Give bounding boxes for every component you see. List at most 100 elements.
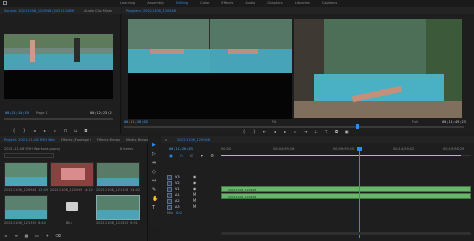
source-monitor-tab[interactable]: Source: 20211106_120948 (20211106MainSel… — [4, 9, 74, 13]
workspace-bar: Learning Assembly Editing Color Effects … — [0, 0, 474, 7]
ripple-edit-icon[interactable]: ⇹ — [152, 160, 156, 166]
lock-track-icon[interactable] — [167, 198, 172, 204]
hand-tool-icon[interactable]: ✋ — [152, 196, 158, 202]
nest-icon[interactable]: ▣ — [169, 154, 173, 158]
list-view-icon[interactable]: ≡ — [14, 234, 18, 238]
track-label-v2[interactable]: V2 — [175, 181, 180, 185]
media-browser-tab[interactable]: Media Browser — [126, 138, 148, 142]
workspace-tab-captions[interactable]: Captions — [322, 1, 337, 5]
track-select-icon[interactable]: ▷ — [152, 151, 156, 157]
compare-icon[interactable]: ▣ — [345, 130, 349, 134]
go-out-icon[interactable]: ⇥ — [304, 130, 308, 134]
razor-tool-icon[interactable]: ◇ — [152, 169, 156, 175]
source-scrubber[interactable] — [4, 118, 113, 120]
icon-view-icon[interactable]: ▦ — [25, 234, 29, 238]
track-label-a2[interactable]: A2 — [175, 199, 180, 203]
effects-tab[interactable]: Effects (Footage Clip) — [61, 138, 91, 142]
timeline-playhead-cap[interactable] — [357, 147, 362, 151]
workspace-tab-graphics[interactable]: Graphics — [267, 1, 282, 5]
mark-in-icon[interactable]: { — [12, 129, 16, 133]
lock-track-icon[interactable] — [167, 186, 172, 192]
program-fit-select[interactable]: Fit — [272, 120, 276, 124]
timeline-scrollbar[interactable] — [221, 232, 471, 235]
timeline-sequence-tab[interactable]: 20211106_120948 — [177, 138, 210, 142]
project-tab[interactable]: Project: 2021-11-06 R3H Workout — [4, 138, 55, 142]
step-back-icon[interactable]: ◂ — [33, 129, 37, 133]
step-forward-icon[interactable]: ▹ — [53, 129, 57, 133]
selection-tool-icon[interactable]: ▶ — [152, 142, 156, 148]
type-tool-icon[interactable]: T — [152, 205, 155, 211]
audio-clip-a1[interactable]: 20211106_120948 — [221, 193, 471, 199]
snap-icon[interactable]: ∩ — [179, 154, 183, 158]
play-icon[interactable]: ▸ — [283, 130, 287, 134]
camera-icon[interactable]: ◘ — [335, 130, 339, 134]
settings-icon[interactable]: ⚙ — [210, 154, 214, 158]
workspace-tab-effects[interactable]: Effects — [221, 1, 233, 5]
track-label-a1[interactable]: A1 — [175, 193, 180, 197]
source-page-label[interactable]: Page 1 — [36, 111, 48, 115]
step-back-icon[interactable]: ◂ — [273, 130, 277, 134]
video-clip-v1[interactable]: 20211106_120948 — [221, 186, 471, 192]
linked-icon[interactable]: ⊂ — [190, 154, 194, 158]
play-icon[interactable]: ▸ — [43, 129, 47, 133]
project-search-input[interactable] — [4, 153, 54, 158]
mute-icon[interactable]: M — [193, 193, 197, 197]
insert-icon[interactable]: ⊓ — [63, 129, 67, 133]
step-forward-icon[interactable]: ▹ — [293, 130, 297, 134]
camera-icon[interactable]: ◘ — [84, 129, 88, 133]
extract-icon[interactable]: ⊤ — [324, 130, 328, 134]
marker-icon[interactable]: ▾ — [200, 154, 204, 158]
eye-icon[interactable]: ◉ — [193, 181, 197, 185]
audio-mixer-tab[interactable]: Audio Clip Mixer — [84, 9, 112, 13]
mute-icon[interactable]: M — [193, 205, 197, 209]
lift-icon[interactable]: ⊥ — [314, 130, 318, 134]
mute-icon[interactable]: M — [193, 199, 197, 203]
overwrite-icon[interactable]: ⊔ — [74, 129, 78, 133]
workspace-tab-learning[interactable]: Learning — [120, 1, 135, 5]
effects-browser-tab[interactable]: Effects Browser — [97, 138, 120, 142]
in-out-range-bar[interactable] — [221, 155, 461, 156]
timeline-timecode[interactable]: 00;11;26;03 — [169, 147, 193, 151]
project-thumb-3[interactable] — [96, 162, 140, 187]
project-thumb-1[interactable] — [4, 162, 48, 187]
workspace-tab-libraries[interactable]: Libraries — [295, 1, 310, 5]
workspace-tab-assembly[interactable]: Assembly — [147, 1, 164, 5]
timeline-playhead[interactable] — [359, 148, 360, 238]
project-thumb-2[interactable] — [50, 162, 94, 187]
workspace-tab-editing[interactable]: Editing — [176, 1, 188, 5]
workspace-tab-color[interactable]: Color — [200, 1, 209, 5]
lock-track-icon[interactable] — [167, 174, 172, 180]
new-bin-icon[interactable]: ▭ — [35, 234, 39, 238]
thumb-person — [61, 168, 85, 180]
lock-track-icon[interactable] — [167, 192, 172, 198]
mark-out-icon[interactable]: } — [22, 129, 26, 133]
new-item-icon[interactable]: + — [45, 234, 49, 238]
eye-icon[interactable]: ◉ — [193, 187, 197, 191]
track-label-v3[interactable]: V3 — [175, 175, 180, 179]
go-in-icon[interactable]: ⇤ — [263, 130, 267, 134]
mark-in-icon[interactable]: { — [242, 130, 246, 134]
program-quality-select[interactable]: Full — [412, 120, 418, 124]
track-label-a3[interactable]: A3 — [175, 205, 180, 209]
home-icon[interactable] — [3, 1, 7, 5]
program-timecode-in[interactable]: 00;11;26;03 — [124, 120, 148, 124]
lock-icon[interactable]: ▫ — [4, 234, 8, 238]
project-bin-folder[interactable] — [50, 195, 94, 220]
track-label-v1[interactable]: V1 — [175, 187, 180, 191]
lock-track-icon[interactable] — [167, 204, 172, 210]
lock-track-icon[interactable] — [167, 180, 172, 186]
eye-icon[interactable]: ◉ — [193, 175, 197, 179]
mix-value[interactable]: 0.0 — [176, 211, 182, 215]
pen-tool-icon[interactable]: ✎ — [152, 187, 156, 193]
timeline-close-tab[interactable]: x — [165, 138, 167, 142]
mark-out-icon[interactable]: } — [252, 130, 256, 134]
slip-tool-icon[interactable]: ↔ — [152, 178, 156, 184]
source-timecode-in[interactable]: 00;21;14;19 — [5, 111, 29, 115]
project-thumb-6[interactable] — [96, 195, 140, 220]
workspace-tab-audio[interactable]: Audio — [245, 1, 255, 5]
program-playhead-marker[interactable] — [356, 124, 359, 129]
program-monitor-tab[interactable]: Program: 20211106_120948 — [126, 9, 176, 13]
project-thumb-4[interactable] — [4, 195, 48, 220]
program-scrubber[interactable] — [124, 126, 464, 128]
trash-icon[interactable]: ⌫ — [55, 234, 61, 238]
